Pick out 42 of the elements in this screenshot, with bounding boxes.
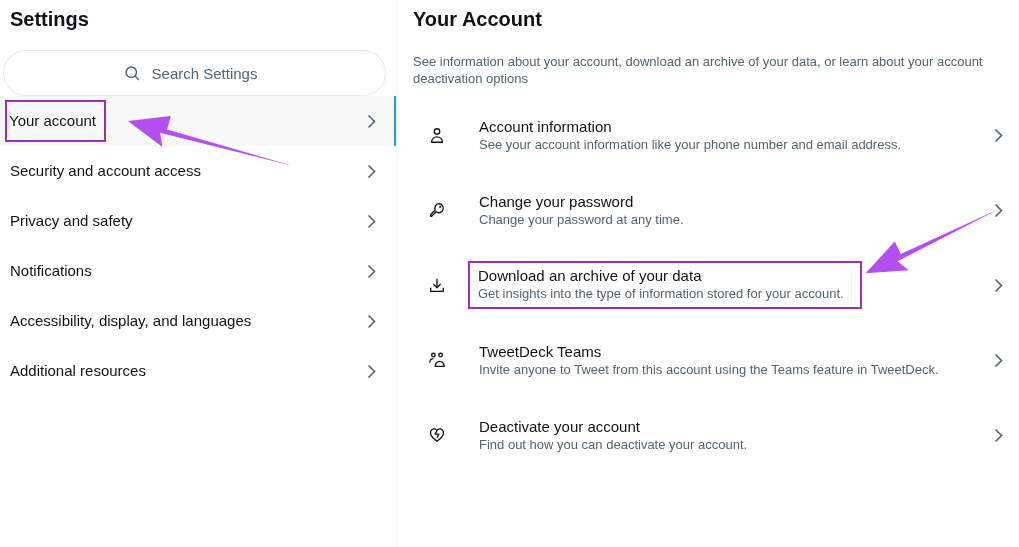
- sidebar-item[interactable]: Your account: [0, 96, 396, 146]
- download-icon: [428, 276, 446, 295]
- chevron-icon: [367, 213, 376, 229]
- item-subtitle: Change your password at any time.: [479, 210, 685, 228]
- chevron-icon: [367, 363, 376, 379]
- chevron-icon: [994, 427, 1003, 443]
- people-icon: [428, 351, 446, 370]
- sidebar-item[interactable]: Additional resources: [0, 346, 396, 396]
- menu-item[interactable]: Change your password Change your password at any time.: [397, 172, 1019, 248]
- item-subtitle: Find out how you can deactivate your account.: [479, 435, 749, 453]
- sidebar-item[interactable]: Notifications: [0, 246, 396, 296]
- item-subtitle: Get insights into the type of information stored for your account.: [478, 285, 844, 303]
- item-subtitle: See your account information like your phone number and email address.: [479, 135, 903, 153]
- menu-item[interactable]: Download an archive of your data Get insights into the type of information stored for your account.: [397, 247, 1019, 323]
- item-title: Change your password: [479, 192, 635, 211]
- section-description: See information about your account, download an archive of your data, or learn about your account deactivation options: [412, 54, 984, 88]
- chevron-icon: [367, 163, 376, 179]
- page-title: Settings: [9, 7, 90, 32]
- chevron-icon: [367, 263, 376, 279]
- chevron-icon: [994, 277, 1003, 293]
- search-field[interactable]: Search Settings: [3, 50, 386, 96]
- menu-item[interactable]: Deactivate your account Find out how you can deactivate your account.: [397, 397, 1019, 473]
- chevron-icon: [994, 352, 1003, 368]
- key-icon: [428, 201, 446, 220]
- chevron-icon: [994, 202, 1003, 218]
- sidebar-item[interactable]: Privacy and safety: [0, 196, 396, 246]
- person-icon: [428, 126, 446, 145]
- search-icon: [124, 66, 140, 81]
- broken-heart-icon: [428, 426, 446, 445]
- item-title: Deactivate your account: [479, 417, 641, 436]
- menu-item[interactable]: TweetDeck Teams Invite anyone to Tweet from this account using the Teams feature in TweetDeck.: [397, 322, 1019, 398]
- sidebar-item[interactable]: Security and account access: [0, 146, 396, 196]
- section-title: Your Account: [412, 7, 543, 32]
- item-subtitle: Invite anyone to Tweet from this account using the Teams feature in TweetDeck.: [479, 360, 940, 378]
- item-title: TweetDeck Teams: [479, 342, 603, 361]
- chevron-icon: [994, 127, 1003, 143]
- item-title: Account information: [479, 117, 613, 136]
- item-title: Download an archive of your data: [478, 267, 703, 286]
- sidebar-item[interactable]: Accessibility, display, and languages: [0, 296, 396, 346]
- menu-item[interactable]: Account information See your account information like your phone number and email address.: [397, 97, 1019, 173]
- chevron-icon: [367, 113, 376, 129]
- chevron-icon: [367, 313, 376, 329]
